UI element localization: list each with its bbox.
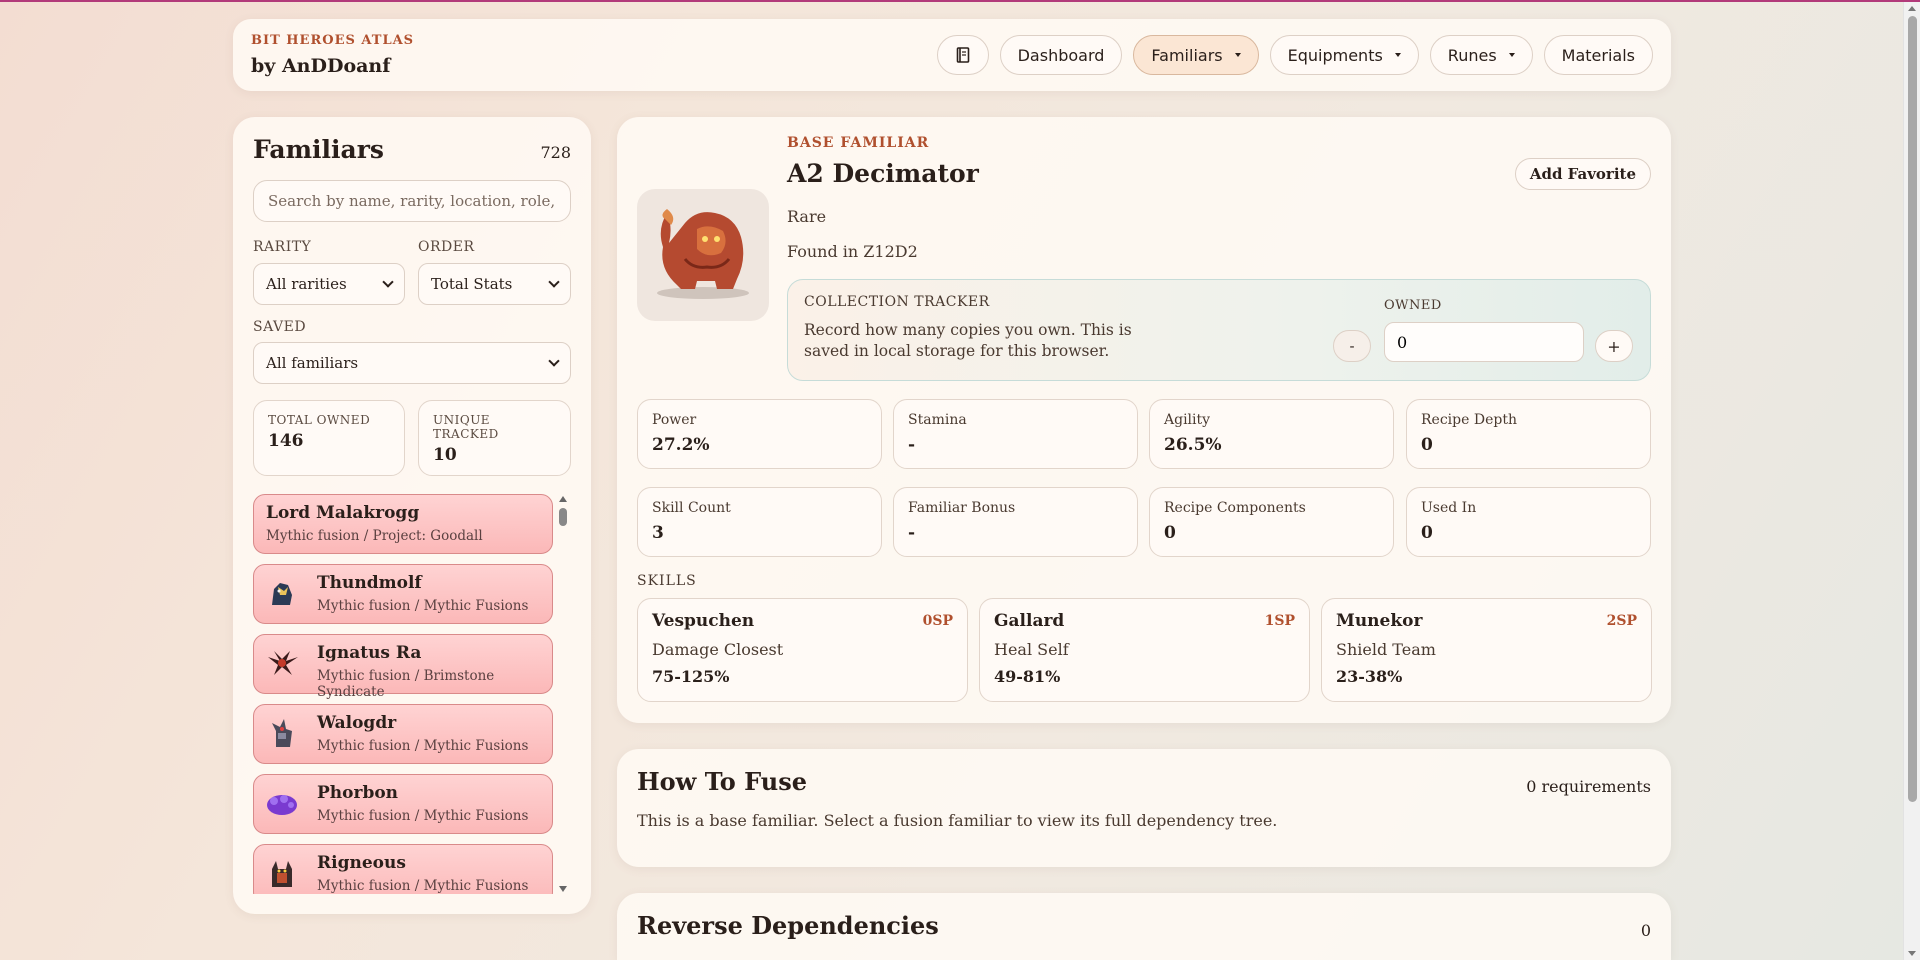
nav-runes[interactable]: Runes xyxy=(1429,35,1533,75)
scroll-thumb[interactable] xyxy=(559,508,567,526)
skill-card: Vespuchen 0SP Damage Closest 75-125% xyxy=(637,598,968,702)
rigneous-icon xyxy=(272,861,292,887)
skill-card: Munekor 2SP Shield Team 23-38% xyxy=(1321,598,1652,702)
chevron-down-icon xyxy=(382,276,394,288)
stat-card-stamina: Stamina - xyxy=(893,399,1138,469)
page-scroll-thumb[interactable] xyxy=(1908,16,1917,802)
collection-tracker: COLLECTION TRACKER Record how many copie… xyxy=(787,279,1651,381)
brand-kicker: BIT HEROES ATLAS xyxy=(251,33,415,48)
reverse-title: Reverse Dependencies xyxy=(637,911,939,940)
list-item[interactable]: Lord Malakrogg Mythic fusion / Project: … xyxy=(253,494,553,554)
phorbon-icon xyxy=(267,795,297,815)
total-owned-value: 146 xyxy=(268,431,304,451)
list-item[interactable]: Walogdr Mythic fusion / Mythic Fusions xyxy=(253,704,553,764)
page-scrollbar[interactable] xyxy=(1903,2,1920,960)
nav-materials[interactable]: Materials xyxy=(1543,35,1653,75)
familiar-name: A2 Decimator xyxy=(787,159,979,188)
owned-label: OWNED xyxy=(1384,298,1442,313)
main-nav: Dashboard Familiars Equipments Runes Mat… xyxy=(936,35,1653,75)
total-owned-box: TOTAL OWNED 146 xyxy=(253,400,405,476)
stat-card-agility: Agility 26.5% xyxy=(1149,399,1394,469)
fuse-description: This is a base familiar. Select a fusion… xyxy=(637,811,1278,830)
order-label: ORDER xyxy=(418,239,475,255)
list-item[interactable]: Ignatus Ra Mythic fusion / Brimstone Syn… xyxy=(253,634,553,700)
skill-card: Gallard 1SP Heal Self 49-81% xyxy=(979,598,1310,702)
total-owned-label: TOTAL OWNED xyxy=(268,413,371,427)
caret-down-icon xyxy=(1234,53,1241,57)
fuse-requirements-count: 0 requirements xyxy=(1526,777,1651,796)
chevron-down-icon xyxy=(548,276,560,288)
book-button[interactable] xyxy=(936,35,989,75)
stat-card-power: Power 27.2% xyxy=(637,399,882,469)
familiar-portrait xyxy=(637,189,769,321)
scroll-down-icon[interactable] xyxy=(559,886,567,892)
reverse-dependencies-panel: Reverse Dependencies 0 xyxy=(617,893,1671,960)
rarity-label: RARITY xyxy=(253,239,312,255)
stat-card-familiar-bonus: Familiar Bonus - xyxy=(893,487,1138,557)
unique-tracked-label: UNIQUE TRACKED xyxy=(433,413,499,441)
stat-card-recipe-depth: Recipe Depth 0 xyxy=(1406,399,1651,469)
saved-select[interactable]: All familiars xyxy=(253,342,571,384)
sidebar-title: Familiars xyxy=(253,135,384,164)
how-to-fuse-panel: How To Fuse 0 requirements This is a bas… xyxy=(617,749,1671,867)
rarity-select[interactable]: All rarities xyxy=(253,263,405,305)
nav-equipments[interactable]: Equipments xyxy=(1269,35,1419,75)
stat-card-skill-count: Skill Count 3 xyxy=(637,487,882,557)
familiar-count: 728 xyxy=(540,143,571,162)
familiar-list[interactable]: Lord Malakrogg Mythic fusion / Project: … xyxy=(253,494,553,894)
scroll-up-icon[interactable] xyxy=(559,496,567,502)
fuse-title: How To Fuse xyxy=(637,767,808,796)
ignatus-ra-icon xyxy=(268,651,298,675)
search-input[interactable] xyxy=(253,180,571,222)
scroll-down-icon[interactable] xyxy=(1908,951,1916,956)
saved-label: SAVED xyxy=(253,319,307,335)
list-scrollbar[interactable] xyxy=(557,494,569,894)
tracker-description: Record how many copies you own. This is … xyxy=(804,321,1132,360)
scroll-up-icon[interactable] xyxy=(1908,6,1916,11)
familiar-detail: BASE FAMILIAR A2 Decimator Add Favorite … xyxy=(617,117,1671,723)
stat-card-used-in: Used In 0 xyxy=(1406,487,1651,557)
unique-tracked-value: 10 xyxy=(433,445,457,465)
decrement-button[interactable]: - xyxy=(1333,330,1371,362)
add-favorite-button[interactable]: Add Favorite xyxy=(1514,158,1651,190)
reverse-count: 0 xyxy=(1640,921,1651,940)
skills-label: SKILLS xyxy=(637,573,697,589)
window-top-border xyxy=(0,0,1920,2)
brand-author: by AnDDoanf xyxy=(251,55,391,77)
nav-dashboard[interactable]: Dashboard xyxy=(999,35,1123,75)
app-header: BIT HEROES ATLAS by AnDDoanf Dashboard F… xyxy=(233,19,1671,91)
increment-button[interactable]: + xyxy=(1595,330,1633,362)
stat-card-recipe-components: Recipe Components 0 xyxy=(1149,487,1394,557)
book-icon xyxy=(956,47,969,63)
nav-familiars[interactable]: Familiars xyxy=(1133,35,1259,75)
caret-down-icon xyxy=(1394,53,1401,57)
familiar-rarity: Rare xyxy=(787,207,827,226)
order-select[interactable]: Total Stats xyxy=(418,263,571,305)
chevron-down-icon xyxy=(548,355,560,367)
caret-down-icon xyxy=(1508,53,1515,57)
list-item[interactable]: Rigneous Mythic fusion / Mythic Fusions xyxy=(253,844,553,894)
list-item[interactable]: Phorbon Mythic fusion / Mythic Fusions xyxy=(253,774,553,834)
familiar-sidebar: Familiars 728 RARITY All rarities ORDER … xyxy=(233,117,591,914)
owned-input[interactable] xyxy=(1384,322,1584,362)
familiar-location: Found in Z12D2 xyxy=(787,242,918,261)
tracker-label: COLLECTION TRACKER xyxy=(804,294,990,310)
walogdr-icon xyxy=(272,719,292,747)
unique-tracked-box: UNIQUE TRACKED 10 xyxy=(418,400,571,476)
thundmolf-icon xyxy=(272,583,292,605)
list-item[interactable]: Thundmolf Mythic fusion / Mythic Fusions xyxy=(253,564,553,624)
a2-decimator-icon xyxy=(657,209,749,299)
familiar-kicker: BASE FAMILIAR xyxy=(787,135,930,151)
